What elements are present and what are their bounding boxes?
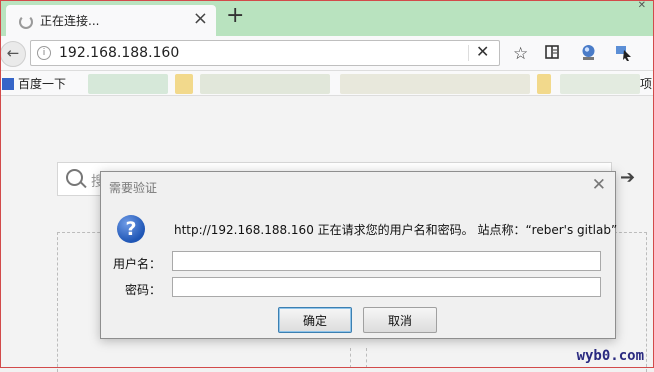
- password-field[interactable]: [172, 277, 601, 297]
- question-icon: ?: [117, 215, 145, 243]
- back-button[interactable]: ←: [0, 41, 26, 67]
- loading-spinner-icon: [19, 15, 33, 29]
- blurred-bookmark: [560, 74, 640, 94]
- bookmark-star-icon[interactable]: ☆: [513, 44, 528, 64]
- tab-active[interactable]: 正在连接... ×: [6, 5, 216, 36]
- search-icon: [66, 169, 83, 186]
- bookmark-baidu[interactable]: 百度一下: [2, 75, 66, 92]
- dialog-message: http://192.168.188.160 正在请求您的用户名和密码。 站点称…: [174, 223, 618, 237]
- extension-cursor-icon[interactable]: [615, 44, 633, 67]
- dialog-title: 需要验证: [109, 181, 158, 195]
- bookmark-baidu-label: 百度一下: [18, 77, 67, 91]
- auth-dialog: 需要验证 ✕ ? http://192.168.188.160 正在请求您的用户…: [100, 171, 618, 339]
- new-tab-icon[interactable]: +: [226, 3, 244, 28]
- tab-title: 正在连接...: [40, 14, 100, 28]
- dialog-close-icon[interactable]: ✕: [592, 175, 606, 195]
- window-control-icon[interactable]: ✕: [638, 0, 646, 11]
- go-arrow-icon[interactable]: ➔: [620, 167, 635, 188]
- folder-icon: [537, 74, 551, 94]
- blurred-bookmark: [340, 74, 530, 94]
- info-icon[interactable]: i: [37, 46, 51, 60]
- blurred-bookmark: [88, 74, 168, 94]
- navigation-bar: ← i 192.168.188.160 ✕ ☆: [0, 36, 654, 71]
- dashed-divider: [350, 348, 351, 368]
- bookmark-trailing-fragment: 项: [640, 77, 653, 91]
- blurred-bookmark: [200, 74, 330, 94]
- url-bar[interactable]: i 192.168.188.160 ✕: [30, 40, 500, 66]
- reader-list-icon[interactable]: [544, 44, 560, 65]
- tab-close-icon[interactable]: ×: [193, 8, 208, 29]
- watermark: wyb0.com: [576, 348, 644, 364]
- folder-icon: [175, 74, 193, 94]
- password-label: 密码：: [124, 283, 161, 297]
- url-divider: [468, 45, 469, 61]
- url-text[interactable]: 192.168.188.160: [59, 45, 179, 61]
- stop-loading-icon[interactable]: ✕: [476, 42, 489, 61]
- ok-button[interactable]: 确定: [278, 307, 352, 333]
- baidu-paw-icon: [2, 78, 14, 90]
- tab-strip: 正在连接... × + ✕: [0, 0, 654, 36]
- extension-globe-icon[interactable]: [580, 44, 597, 66]
- username-label: 用户名：: [112, 257, 161, 271]
- cancel-button[interactable]: 取消: [363, 307, 437, 333]
- dashed-divider: [366, 348, 367, 368]
- username-field[interactable]: [172, 251, 601, 271]
- bookmarks-bar: 百度一下 项: [0, 71, 654, 96]
